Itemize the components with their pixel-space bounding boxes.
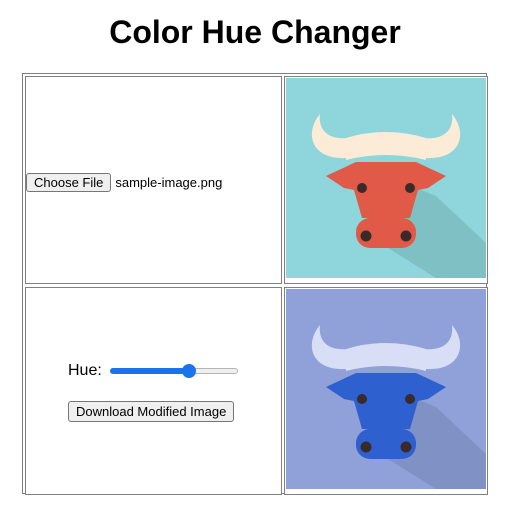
hue-slider-thumb[interactable] — [182, 364, 197, 378]
download-button[interactable]: Download Modified Image — [68, 401, 235, 422]
selected-file-name: sample-image.png — [115, 174, 223, 190]
hue-control: Hue: — [68, 360, 238, 382]
hue-slider-fill — [109, 368, 190, 374]
file-input[interactable]: Choose File sample-image.png — [26, 172, 222, 192]
bull-head-icon — [286, 289, 486, 489]
hue-slider[interactable] — [109, 363, 238, 379]
choose-file-button[interactable]: Choose File — [26, 172, 112, 192]
controls-cell — [25, 287, 282, 495]
hue-label: Hue: — [68, 362, 102, 379]
modified-image — [286, 289, 486, 489]
page-title: Color Hue Changer — [109, 14, 401, 50]
bull-head-icon — [286, 78, 486, 278]
original-image — [286, 78, 486, 278]
